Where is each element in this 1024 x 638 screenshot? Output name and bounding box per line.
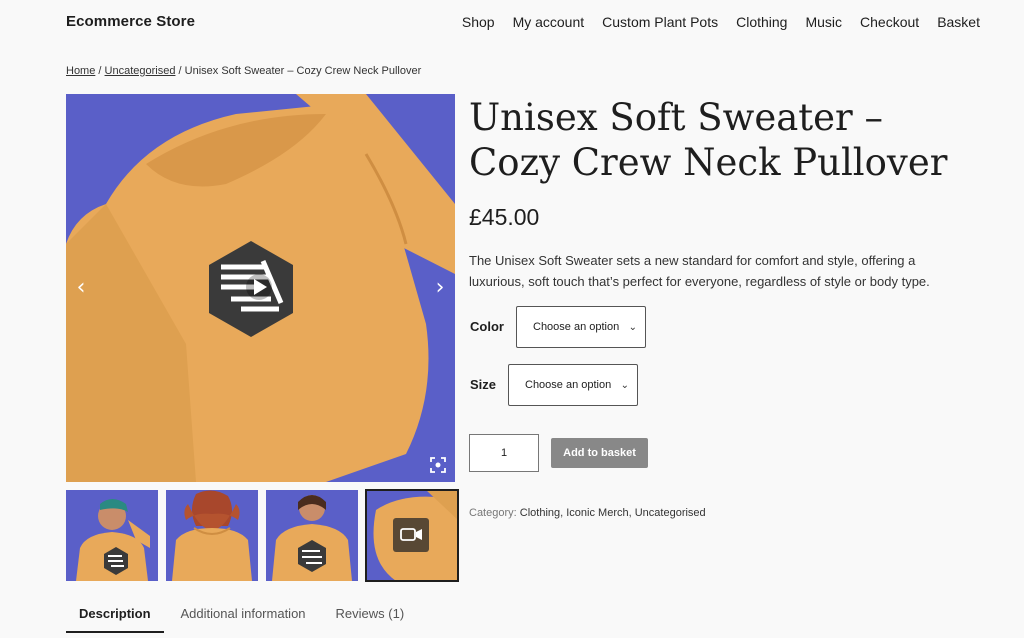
color-select-value: Choose an option [533, 321, 620, 333]
chevron-down-icon: ⌄ [628, 321, 637, 333]
thumbnail-3[interactable] [266, 490, 358, 581]
product-main-image[interactable]: ‹ › [66, 94, 455, 482]
product-title: Unisex Soft Sweater – Cozy Crew Neck Pul… [469, 96, 948, 184]
breadcrumb-home[interactable]: Home [66, 65, 95, 77]
nav-basket[interactable]: Basket [937, 14, 980, 30]
fullscreen-zoom-icon[interactable] [429, 456, 447, 474]
thumbnail-video[interactable] [365, 489, 459, 582]
nav-custom-plant-pots[interactable]: Custom Plant Pots [602, 14, 718, 30]
tab-description[interactable]: Description [66, 600, 164, 633]
category-label: Category: [469, 507, 517, 519]
thumbnail-2[interactable] [166, 490, 258, 581]
add-to-basket-button[interactable]: Add to basket [551, 438, 648, 468]
size-select[interactable]: Choose an option ⌄ [508, 364, 638, 406]
chevron-right-icon: › [435, 275, 445, 300]
chevron-left-icon: ‹ [76, 275, 86, 300]
breadcrumb-separator: / [178, 65, 182, 77]
nav-my-account[interactable]: My account [513, 14, 585, 30]
product-price: £45.00 [469, 204, 540, 230]
nav-clothing[interactable]: Clothing [736, 14, 787, 30]
nav-checkout[interactable]: Checkout [860, 14, 919, 30]
breadcrumb-category[interactable]: Uncategorised [105, 65, 176, 77]
nav-music[interactable]: Music [805, 14, 842, 30]
breadcrumb-current: Unisex Soft Sweater – Cozy Crew Neck Pul… [184, 65, 422, 77]
tab-additional-information[interactable]: Additional information [168, 600, 319, 633]
slider-next-arrow[interactable]: › [429, 274, 451, 302]
slider-prev-arrow[interactable]: ‹ [70, 274, 92, 302]
product-tabs: Description Additional information Revie… [66, 600, 417, 633]
color-select[interactable]: Choose an option ⌄ [516, 306, 646, 348]
thumbnail-1[interactable] [66, 490, 158, 581]
quantity-input[interactable]: 1 [469, 434, 539, 472]
breadcrumb: Home / Uncategorised / Unisex Soft Sweat… [66, 65, 421, 77]
site-title[interactable]: Ecommerce Store [66, 13, 195, 30]
video-overlay [393, 518, 429, 552]
product-short-description: The Unisex Soft Sweater sets a new stand… [469, 253, 930, 289]
nav-shop[interactable]: Shop [462, 14, 495, 30]
sweater-image [66, 94, 455, 482]
tab-reviews[interactable]: Reviews (1) [323, 600, 418, 633]
breadcrumb-separator: / [98, 65, 102, 77]
category-link-clothing[interactable]: Clothing [520, 507, 560, 519]
gallery-thumbnails [66, 489, 459, 582]
size-label: Size [470, 377, 497, 392]
size-select-value: Choose an option [525, 379, 612, 391]
color-label: Color [470, 319, 504, 334]
main-nav: Shop My account Custom Plant Pots Clothi… [462, 14, 980, 30]
category-link-uncategorised[interactable]: Uncategorised [635, 507, 706, 519]
product-meta: Category: Clothing, Iconic Merch, Uncate… [469, 507, 706, 519]
category-link-iconic-merch[interactable]: Iconic Merch [566, 507, 628, 519]
chevron-down-icon: ⌄ [620, 379, 629, 391]
